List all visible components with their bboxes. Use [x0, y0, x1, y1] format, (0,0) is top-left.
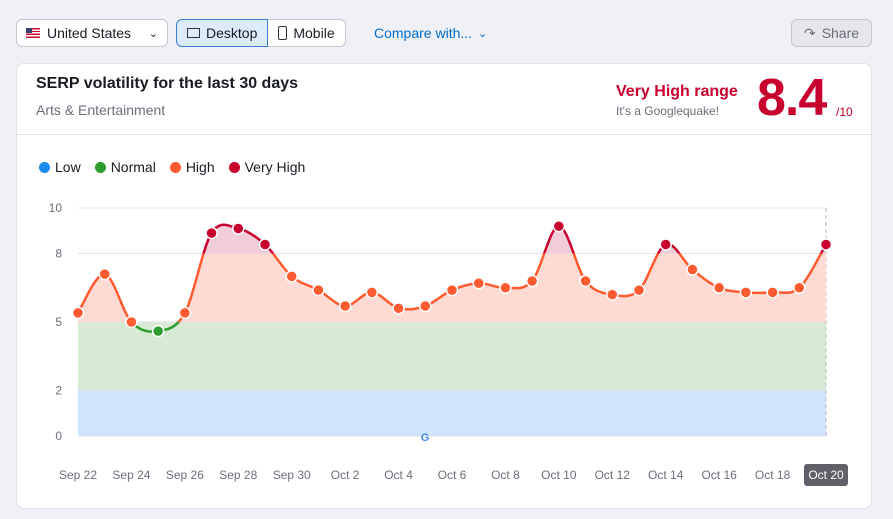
data-point[interactable] [232, 222, 245, 235]
x-tick-label: Oct 18 [755, 468, 791, 482]
data-point[interactable] [499, 281, 512, 295]
y-tick-label: 2 [55, 383, 62, 397]
x-tick-label: Oct 12 [595, 468, 631, 482]
data-point[interactable] [365, 286, 379, 299]
x-tick-label: Sep 30 [273, 468, 311, 482]
y-tick-label: 10 [49, 201, 63, 215]
data-point[interactable] [739, 286, 753, 299]
data-point[interactable] [285, 270, 298, 283]
data-point[interactable] [445, 283, 459, 297]
data-point[interactable] [793, 281, 806, 295]
x-tick-label: Oct 6 [438, 468, 467, 482]
data-point[interactable] [178, 306, 192, 320]
x-tick-label: Oct 8 [491, 468, 520, 482]
data-point[interactable] [312, 283, 325, 297]
x-tick-label: Sep 24 [112, 468, 150, 482]
x-tick-label: Oct 4 [384, 468, 413, 482]
y-tick-label: 0 [55, 429, 62, 443]
normal-band [78, 322, 826, 391]
volatility-chart[interactable]: 0 2 5 8 10 G Sep 22 Sep 24 Sep 26 Sep 28 Sep 30 Oct… [0, 0, 893, 519]
x-tick-label: Oct 14 [648, 468, 684, 482]
data-point[interactable] [552, 219, 566, 233]
data-point[interactable] [686, 263, 699, 276]
data-point[interactable] [71, 306, 85, 320]
x-tick-label: Oct 16 [701, 468, 737, 482]
x-tick-label: Sep 26 [166, 468, 204, 482]
data-point[interactable] [632, 283, 646, 297]
low-band [78, 390, 826, 436]
x-tick-label: Sep 28 [219, 468, 257, 482]
data-point[interactable] [525, 274, 539, 288]
data-point[interactable] [98, 267, 111, 281]
data-point[interactable] [606, 288, 619, 301]
y-tick-label: 8 [55, 247, 62, 261]
data-point[interactable] [579, 274, 592, 288]
data-point[interactable] [392, 302, 405, 315]
data-point[interactable] [766, 286, 779, 299]
data-point[interactable] [419, 299, 432, 313]
data-point[interactable] [125, 315, 138, 329]
data-point[interactable] [338, 299, 352, 313]
data-point[interactable] [712, 281, 726, 295]
y-tick-label: 5 [55, 315, 62, 329]
x-tick-label: Oct 2 [331, 468, 360, 482]
data-point[interactable] [205, 226, 218, 240]
data-point[interactable] [472, 276, 485, 290]
data-point[interactable] [819, 238, 833, 251]
data-point[interactable] [151, 324, 165, 338]
data-point[interactable] [659, 238, 672, 251]
google-update-icon: G [421, 432, 430, 444]
x-tick-label: Oct 10 [541, 468, 577, 482]
data-point[interactable] [258, 238, 272, 251]
x-tick-label: Sep 22 [59, 468, 97, 482]
x-tick-label: Oct 20 [808, 468, 844, 482]
